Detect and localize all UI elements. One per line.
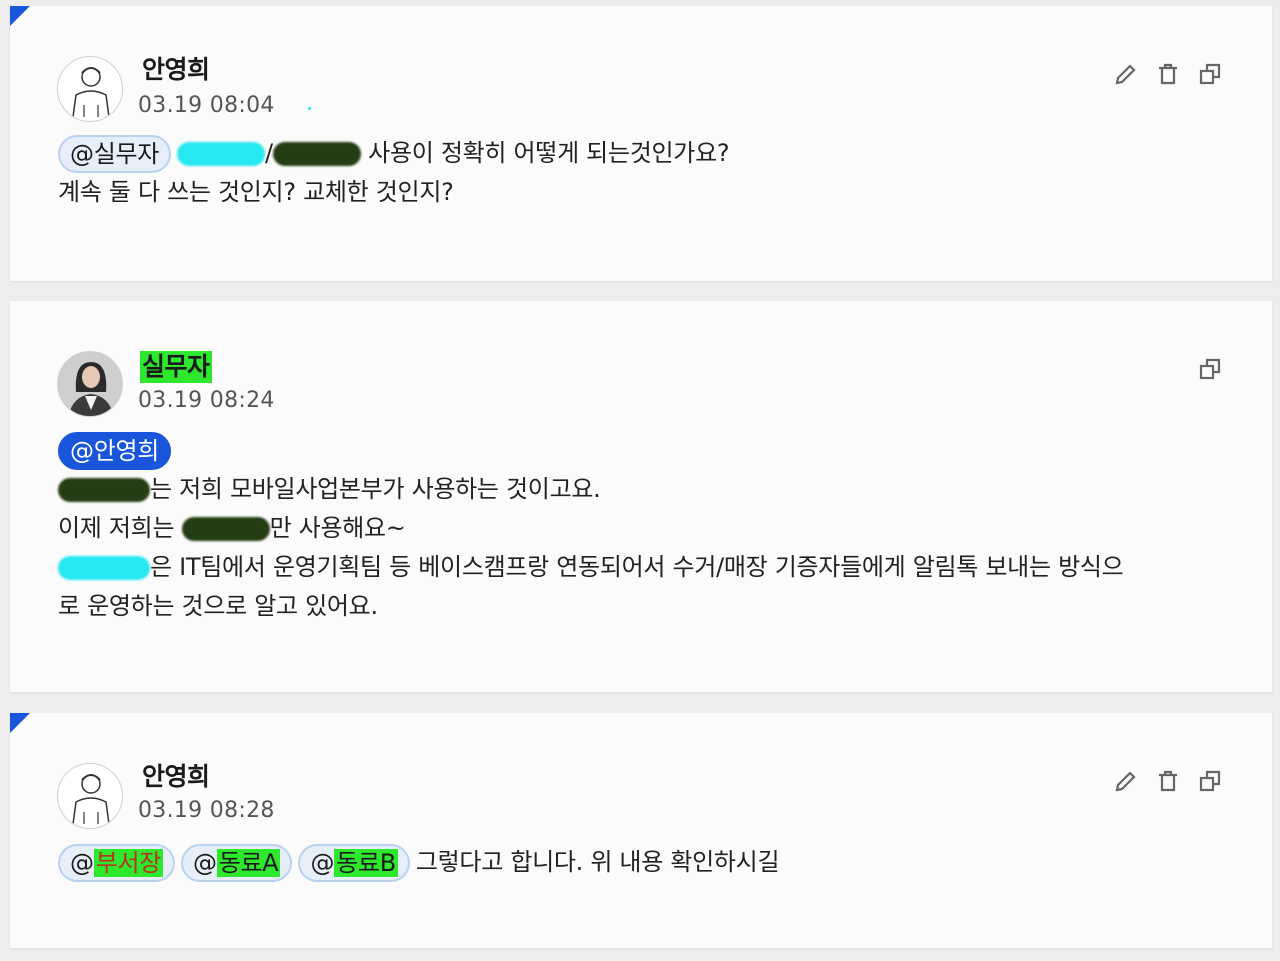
mention-name: 동료A [216, 849, 281, 877]
comment-line: 계속 둘 다 쓰는 것인지? 교체한 것인지? [58, 178, 454, 206]
comment-card: 실무자 03.19 08:24 @안영희 는 저희 모바일사업본부가 사용하는 … [10, 301, 1272, 692]
comment-actions [1114, 769, 1222, 793]
avatar[interactable] [57, 351, 123, 417]
redacted-text [177, 142, 266, 166]
redacted-text [272, 142, 361, 166]
woman-photo-icon [58, 352, 122, 416]
comment-time: 03.19 08:24 [138, 388, 275, 413]
mention-name: 부서장 [93, 849, 164, 877]
comment-text: 그렇다고 합니다. 위 내용 확인하시길 [415, 848, 780, 876]
pencil-icon[interactable] [1114, 62, 1138, 86]
mention-name: 동료B [334, 849, 398, 877]
mention-chip[interactable]: @부서장 [58, 844, 176, 882]
mention-chip[interactable]: @동료A [181, 844, 293, 882]
comment-time: 03.19 08:28 [138, 798, 275, 823]
person-illustration-icon [72, 67, 110, 118]
trash-icon[interactable] [1156, 769, 1180, 793]
avatar[interactable] [57, 56, 123, 122]
comment-line: @실무자 / 사용이 정확히 어떻게 되는것인가요? [58, 134, 1224, 173]
comment-time: 03.19 08:04 [138, 93, 275, 118]
pencil-icon[interactable] [1114, 769, 1138, 793]
mention-chip[interactable]: @안영희 [58, 432, 172, 470]
separator: / [265, 139, 273, 167]
mention-prefix: @ [70, 849, 94, 877]
comment-line: 는 저희 모바일사업본부가 사용하는 것이고요. [58, 470, 1224, 509]
copy-icon[interactable] [1198, 357, 1222, 381]
mention-text: @실무자 [70, 140, 160, 168]
avatar[interactable] [57, 763, 123, 829]
comment-body: @안영희 는 저희 모바일사업본부가 사용하는 것이고요. 이제 저희는 만 사… [58, 431, 1224, 626]
comment-line: 이제 저희는 만 사용해요~ [58, 509, 1224, 548]
trash-icon[interactable] [1156, 62, 1180, 86]
comment-author: 안영희 [142, 762, 210, 791]
unread-marker [10, 6, 30, 26]
unread-marker [10, 713, 30, 733]
comment-line: @안영희 [58, 431, 1224, 470]
comment-text: 이제 저희는 [58, 514, 182, 542]
comment-line: @부서장 @동료A @동료B 그렇다고 합니다. 위 내용 확인하시길 [58, 843, 1224, 882]
comment-text: 은 IT팀에서 운영기획팀 등 베이스캠프랑 연동되어서 수거/매장 기증자들에… [150, 553, 1124, 581]
comment-text: 사용이 정확히 어떻게 되는것인가요? [360, 139, 730, 167]
comment-author: 실무자 [140, 351, 212, 383]
artifact-dot [308, 107, 311, 110]
redacted-text [181, 517, 270, 541]
redacted-text [58, 556, 150, 580]
comment-body: @실무자 / 사용이 정확히 어떻게 되는것인가요? 계속 둘 다 쓰는 것인지?… [58, 134, 1224, 212]
comment-author: 안영희 [142, 55, 210, 84]
comment-body: @부서장 @동료A @동료B 그렇다고 합니다. 위 내용 확인하시길 [58, 843, 1224, 882]
copy-icon[interactable] [1198, 769, 1222, 793]
copy-icon[interactable] [1198, 62, 1222, 86]
comment-text: 만 사용해요~ [269, 514, 406, 542]
comment-line: 은 IT팀에서 운영기획팀 등 베이스캠프랑 연동되어서 수거/매장 기증자들에… [58, 548, 1224, 587]
comment-card: 안영희 03.19 08:28 @부서장 @동료A @동료B 그렇다고 합니다. 위 … [10, 713, 1272, 948]
comment-card: 안영희 03.19 08:04 @실무자 / 사용이 정확히 어떻게 되는것인가요… [10, 6, 1272, 281]
comment-line: 로 운영하는 것으로 알고 있어요. [58, 592, 378, 620]
mention-chip[interactable]: @실무자 [58, 135, 172, 173]
person-illustration-icon [72, 774, 110, 825]
comment-text: 는 저희 모바일사업본부가 사용하는 것이고요. [150, 475, 601, 503]
redacted-text [58, 478, 150, 502]
comment-actions [1114, 62, 1222, 86]
mention-text: @안영희 [70, 437, 160, 465]
mention-prefix: @ [193, 849, 217, 877]
comment-actions [1198, 357, 1222, 381]
mention-chip[interactable]: @동료B [298, 844, 410, 882]
mention-prefix: @ [310, 849, 335, 877]
